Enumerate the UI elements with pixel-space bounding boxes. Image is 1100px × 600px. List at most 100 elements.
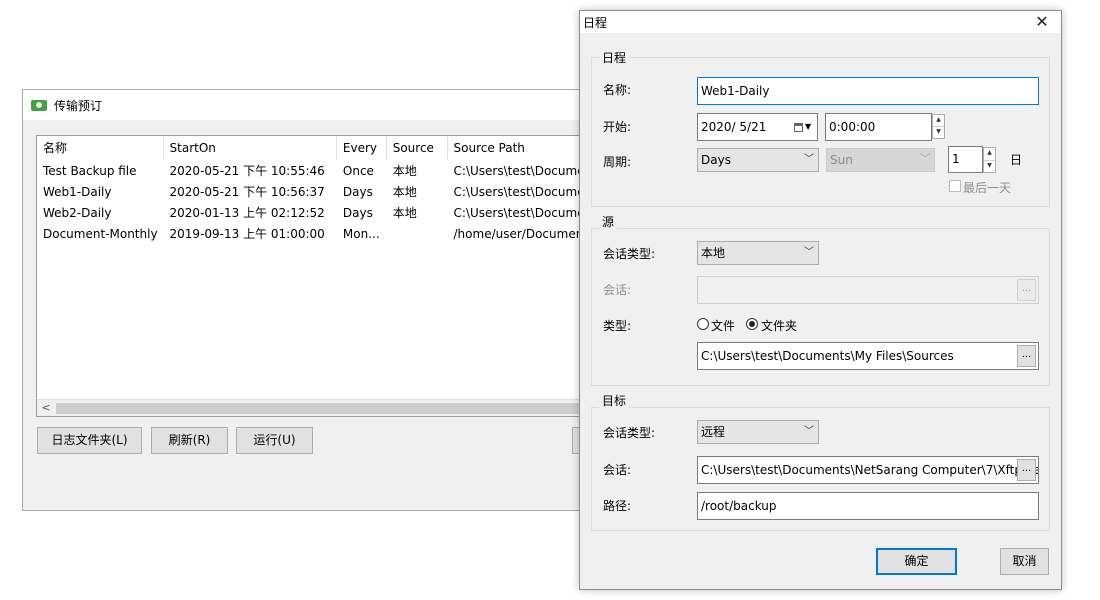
window-titlebar: 传输预订 — [23, 90, 587, 120]
dialog-title: 日程 — [583, 16, 608, 30]
period-value: Days — [701, 153, 731, 167]
table-row[interactable]: Web1-Daily 2020-05-21 下午 10:56:37 Days 本… — [37, 182, 588, 203]
start-label: 开始: — [603, 120, 632, 134]
column-header-source[interactable]: Source — [387, 136, 448, 160]
cell-source: 本地 — [392, 185, 417, 199]
calendar-icon[interactable] — [794, 123, 803, 132]
schedule-dialog: 日程 ✕ 日程 名称: Web1-Daily 开始: 2020/ 5/21 ▼ … — [579, 10, 1062, 590]
cell-starton: 2020-01-13 上午 02:12:52 — [169, 206, 325, 220]
start-time-field[interactable]: 0:00:00 — [825, 113, 932, 141]
start-time-spinner[interactable]: ▲ ▼ — [932, 114, 945, 139]
cell-name: Web1-Daily — [43, 185, 112, 199]
target-session-type-value: 远程 — [701, 425, 726, 439]
target-path-label: 路径: — [603, 499, 632, 513]
dialog-titlebar: 日程 ✕ — [580, 11, 1061, 33]
column-header-source-path[interactable]: Source Path — [448, 136, 588, 160]
transfer-schedule-window: 传输预订 名称 StartOn Every Source Source Path… — [22, 89, 592, 511]
target-group-label: 目标 — [599, 392, 630, 409]
run-button[interactable]: 运行(U) — [236, 427, 313, 454]
last-day-checkbox — [949, 180, 961, 192]
table-row[interactable]: Web2-Daily 2020-01-13 上午 02:12:52 Days 本… — [37, 203, 588, 224]
start-time-value: 0:00:00 — [829, 120, 876, 134]
source-session-browse-button: ... — [1017, 279, 1036, 301]
cell-every: Mon... — [342, 227, 380, 241]
cell-source — [387, 224, 448, 245]
chevron-down-icon: ﹀ — [920, 154, 930, 165]
refresh-button[interactable]: 刷新(R) — [151, 427, 228, 454]
interval-unit: 日 — [1010, 153, 1023, 167]
cell-source: 本地 — [392, 164, 417, 178]
chevron-down-icon: ﹀ — [804, 154, 814, 165]
source-type-label: 类型: — [603, 319, 632, 333]
close-icon[interactable]: ✕ — [1029, 11, 1055, 33]
target-path-field[interactable]: /root/backup — [697, 492, 1039, 520]
schedule-group-label: 日程 — [599, 49, 630, 66]
source-session-field — [697, 276, 1039, 304]
table-row[interactable]: Document-Monthly 2019-09-13 上午 01:00:00 … — [37, 224, 588, 245]
cell-every: Days — [342, 185, 373, 199]
table-row[interactable]: Test Backup file 2020-05-21 下午 10:55:46 … — [37, 161, 588, 182]
weekday-select: Sun ﹀ — [826, 148, 935, 172]
source-session-type-select[interactable]: 本地 ﹀ — [697, 241, 819, 265]
cell-source: 本地 — [392, 206, 417, 220]
period-select[interactable]: Days ﹀ — [697, 148, 819, 172]
window-title: 传输预订 — [54, 98, 103, 113]
type-file-radio[interactable] — [697, 318, 709, 330]
horizontal-scrollbar[interactable]: < — [37, 399, 588, 416]
source-session-label: 会话: — [603, 283, 632, 297]
source-path-field[interactable]: C:\Users\test\Documents\My Files\Sources — [697, 342, 1039, 370]
target-session-type-label: 会话类型: — [603, 426, 656, 440]
name-field[interactable]: Web1-Daily — [697, 77, 1039, 105]
spin-up-icon[interactable]: ▲ — [984, 148, 995, 161]
cell-source-path: /home/user/Documents — [453, 227, 588, 241]
interval-value: 1 — [952, 152, 960, 166]
scroll-left-icon[interactable]: < — [39, 400, 53, 416]
list-header: 名称 StartOn Every Source Source Path — [37, 136, 588, 160]
source-path-browse-button[interactable]: ... — [1017, 345, 1036, 367]
source-session-type-label: 会话类型: — [603, 247, 656, 261]
target-session-label: 会话: — [603, 463, 632, 477]
cell-source-path: C:\Users\test\Documents — [453, 185, 588, 199]
source-group-label: 源 — [599, 213, 618, 230]
cell-name: Document-Monthly — [43, 227, 158, 241]
chevron-down-icon: ﹀ — [804, 247, 814, 258]
interval-spinner[interactable]: ▲ ▼ — [983, 147, 996, 173]
source-session-type-value: 本地 — [701, 246, 726, 260]
name-label: 名称: — [603, 83, 632, 97]
column-header-name[interactable]: 名称 — [37, 136, 164, 160]
target-session-type-select[interactable]: 远程 ﹀ — [697, 420, 819, 444]
type-file-label[interactable]: 文件 — [711, 317, 735, 334]
cell-name: Test Backup file — [43, 164, 137, 178]
start-date-picker[interactable]: 2020/ 5/21 ▼ — [697, 113, 818, 141]
cell-starton: 2020-05-21 下午 10:55:46 — [169, 164, 325, 178]
type-folder-radio[interactable] — [746, 318, 758, 330]
start-date-value: 2020/ 5/21 — [701, 120, 767, 134]
period-label: 周期: — [603, 155, 632, 169]
spin-up-icon[interactable]: ▲ — [933, 115, 944, 127]
column-header-starton[interactable]: StartOn — [164, 136, 337, 160]
log-folder-button[interactable]: 日志文件夹(L) — [37, 427, 142, 454]
target-session-browse-button[interactable]: ... — [1017, 459, 1036, 481]
cell-source-path: C:\Users\test\Documents — [453, 164, 588, 178]
app-money-icon — [31, 99, 47, 111]
last-day-label: 最后一天 — [963, 181, 1012, 195]
type-folder-label[interactable]: 文件夹 — [761, 317, 797, 334]
interval-field[interactable]: 1 — [948, 146, 983, 173]
cell-every: Days — [342, 206, 373, 220]
cell-name: Web2-Daily — [43, 206, 112, 220]
weekday-value: Sun — [830, 153, 853, 167]
cancel-button[interactable]: 取消 — [1000, 548, 1049, 575]
column-header-every[interactable]: Every — [337, 136, 387, 160]
cell-source-path: C:\Users\test\Documents — [453, 206, 588, 220]
schedule-list[interactable]: 名称 StartOn Every Source Source Path Test… — [36, 135, 589, 417]
cell-every: Once — [342, 164, 374, 178]
cell-starton: 2019-09-13 上午 01:00:00 — [169, 227, 325, 241]
ok-button[interactable]: 确定 — [876, 548, 957, 575]
cell-starton: 2020-05-21 下午 10:56:37 — [169, 185, 325, 199]
chevron-down-icon: ﹀ — [804, 426, 814, 437]
spin-down-icon[interactable]: ▼ — [933, 127, 944, 138]
spin-down-icon[interactable]: ▼ — [984, 161, 995, 173]
target-session-field[interactable]: C:\Users\test\Documents\NetSarang Comput… — [697, 456, 1039, 484]
scrollbar-thumb[interactable] — [56, 403, 588, 414]
date-dropdown-icon[interactable]: ▼ — [805, 114, 811, 140]
